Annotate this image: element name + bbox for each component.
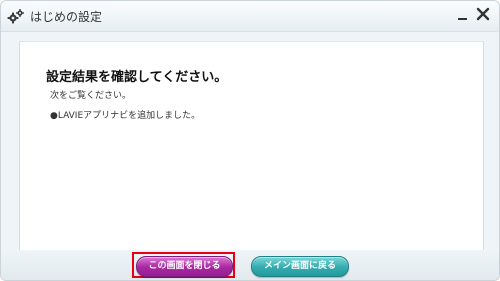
minimize-button[interactable] [453,5,473,25]
close-screen-button[interactable]: この画面を閉じる [136,256,233,277]
close-icon [476,7,490,21]
gears-icon [7,8,25,24]
content-panel: 設定結果を確認してください。 次をご覧ください。 ●LAVIEアプリナビを追加し… [19,41,484,250]
result-item: ●LAVIEアプリナビを追加しました。 [50,111,201,121]
settings-window: はじめの設定 設定結果を確認してください。 次をご覧ください。 ●LAVIEアプ… [0,0,500,281]
footer-bar [1,250,499,280]
result-heading: 設定結果を確認してください。 [46,70,228,85]
minimize-icon [458,18,467,20]
result-subtext: 次をご覧ください。 [50,91,132,101]
close-window-button[interactable] [473,5,493,25]
window-title: はじめの設定 [30,10,103,24]
title-bar: はじめの設定 [1,1,499,32]
back-to-main-button[interactable]: メイン画面に戻る [251,256,349,277]
